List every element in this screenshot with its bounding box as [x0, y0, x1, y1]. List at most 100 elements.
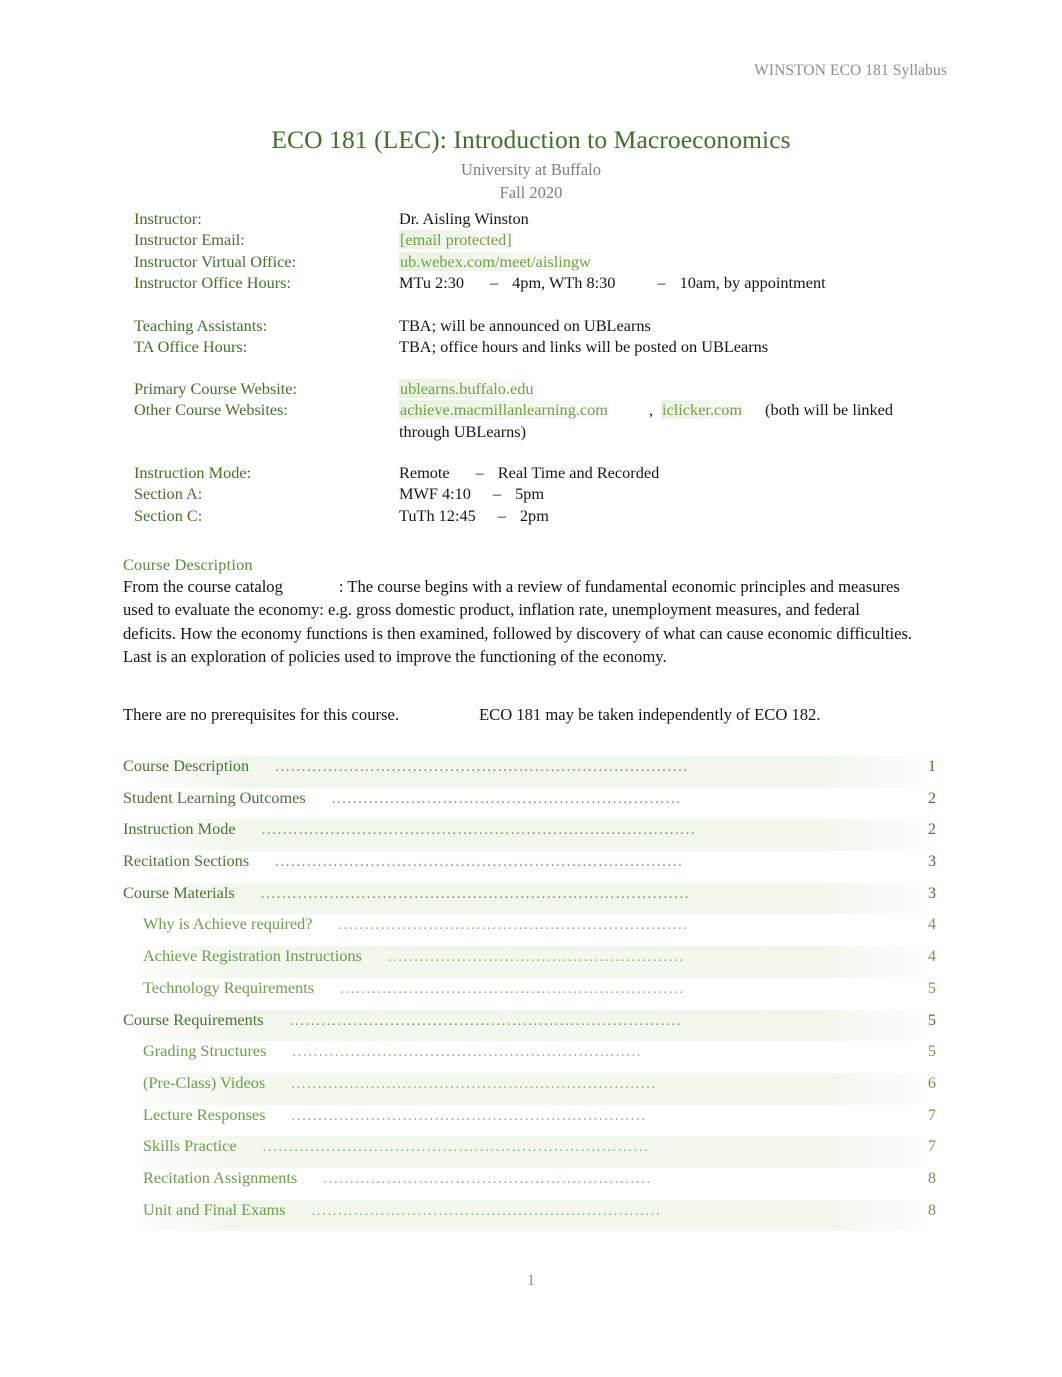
instructor-office-hours-value: MTu 2:30–4pm, WTh 8:30–10am, by appointm…	[399, 272, 924, 293]
instruction-mode-part1: Remote	[399, 463, 450, 482]
office-hours-part1: MTu 2:30	[399, 272, 465, 292]
toc-entry-label: Instruction Mode	[123, 819, 236, 839]
websites-separator: ,	[648, 400, 654, 420]
webex-link[interactable]: ub.webex.com/meet/aislingw	[399, 251, 592, 271]
achieve-link[interactable]: achieve.macmillanlearning.com	[399, 400, 609, 420]
toc-entry[interactable]: Skills Practice.........................…	[123, 1136, 941, 1168]
instructor-info-block: Instructor: Dr. Aisling Winston Instruct…	[134, 208, 924, 293]
toc-entry[interactable]: Technology Requirements.................…	[123, 978, 941, 1010]
toc-entry-label: Skills Practice	[143, 1136, 237, 1156]
section-c-part2: 2pm	[519, 505, 549, 525]
other-course-websites-label: Other Course Websites:	[134, 400, 288, 420]
toc-entry-page: 7	[927, 1136, 936, 1156]
teaching-assistants-label: Teaching Assistants:	[134, 316, 268, 335]
prereq-lead-text: There are no prerequisites for this cour…	[123, 705, 399, 724]
table-of-contents: Course Description......................…	[123, 756, 941, 1232]
toc-entry[interactable]: Course Description......................…	[123, 756, 941, 788]
toc-entry[interactable]: (Pre-Class) Videos......................…	[123, 1072, 941, 1105]
section-a-part2: 5pm	[515, 484, 545, 504]
toc-leader-dots: ........................................…	[289, 1013, 682, 1029]
toc-leader-dots: ........................................…	[275, 760, 689, 775]
websites-info-block: Primary Course Website: ublearns.buffalo…	[134, 378, 924, 442]
toc-entry-label: Technology Requirements	[143, 977, 315, 997]
toc-entry[interactable]: Lecture Responses.......................…	[123, 1105, 941, 1137]
office-hours-part3: 10am, by appointment	[679, 272, 826, 292]
info-row-primary-website: Primary Course Website: ublearns.buffalo…	[134, 378, 924, 399]
primary-course-website-label: Primary Course Website:	[134, 379, 297, 398]
toc-leader-dots: ........................................…	[260, 886, 690, 902]
instruction-mode-value: Remote – Real Time and Recorded	[399, 462, 924, 483]
toc-entry[interactable]: Recitation Assignments..................…	[123, 1168, 941, 1200]
info-row-instructor: Instructor: Dr. Aisling Winston	[134, 208, 924, 229]
section-c-dash: –	[497, 505, 506, 525]
primary-course-website-value: ublearns.buffalo.edu	[399, 378, 924, 399]
instructor-label: Instructor:	[134, 209, 202, 228]
info-row-other-websites: Other Course Websites: achieve.macmillan…	[134, 399, 924, 442]
toc-entry-label: Achieve Registration Instructions	[143, 946, 362, 966]
section-a-part1: MWF 4:10	[399, 484, 471, 504]
info-row-section-a: Section A: MWF 4:10 –5pm	[134, 483, 924, 504]
toc-entry[interactable]: Course Materials........................…	[123, 882, 941, 915]
office-hours-dash2: –	[657, 272, 666, 292]
toc-leader-dots: ........................................…	[262, 1140, 650, 1156]
toc-entry-label: Grading Structures	[143, 1041, 267, 1061]
toc-entry-page: 2	[927, 787, 936, 807]
instruction-mode-dash: –	[475, 463, 484, 482]
toc-entry[interactable]: Unit and Final Exams....................…	[123, 1199, 941, 1232]
section-heading-course-description: Course Description	[123, 555, 253, 574]
toc-entry-page: 8	[927, 1167, 936, 1187]
info-row-virtual-office: Instructor Virtual Office: ub.webex.com/…	[134, 251, 924, 272]
section-a-value: MWF 4:10 –5pm	[399, 483, 924, 504]
toc-leader-dots: ........................................…	[311, 1203, 662, 1219]
toc-leader-dots: ........................................…	[323, 1171, 652, 1187]
toc-entry[interactable]: Course Requirements.....................…	[123, 1009, 941, 1042]
toc-entry-page: 4	[927, 946, 936, 966]
ta-office-hours-value: TBA; office hours and links will be post…	[399, 337, 769, 357]
teaching-assistants-value: TBA; will be announced on UBLearns	[399, 316, 651, 335]
toc-leader-dots: ........................................…	[340, 981, 685, 997]
toc-entry-page: 5	[927, 1041, 936, 1061]
toc-entry-page: 4	[927, 914, 936, 934]
term-label: Fall 2020	[499, 183, 563, 203]
prereq-body-text: ECO 181 may be taken independently of EC…	[479, 705, 821, 724]
section-c-part1: TuTh 12:45	[399, 505, 476, 525]
instructor-email-label: Instructor Email:	[134, 230, 245, 250]
toc-entry[interactable]: Instruction Mode........................…	[123, 819, 941, 852]
info-row-teaching-assistants: Teaching Assistants: TBA; will be announ…	[134, 315, 924, 336]
toc-entry-page: 5	[927, 1009, 936, 1029]
toc-leader-dots: ........................................…	[387, 950, 685, 966]
toc-entry[interactable]: Achieve Registration Instructions.......…	[123, 946, 941, 978]
toc-leader-dots: ........................................…	[275, 855, 684, 871]
ta-info-block: Teaching Assistants: TBA; will be announ…	[134, 315, 924, 358]
section-a-dash: –	[492, 484, 502, 504]
instructor-virtual-office-label: Instructor Virtual Office:	[134, 251, 297, 271]
other-course-websites-value: achieve.macmillanlearning.com, iclicker.c…	[399, 399, 924, 442]
toc-entry-label: Lecture Responses	[143, 1104, 266, 1124]
section-c-label: Section C:	[134, 505, 203, 525]
toc-entry[interactable]: Recitation Sections.....................…	[123, 851, 941, 883]
toc-entry-label: Recitation Sections	[123, 851, 250, 871]
instructor-value: Dr. Aisling Winston	[399, 209, 529, 228]
course-catalog-paragraph: From the course catalog: The course begi…	[123, 575, 913, 669]
toc-entry[interactable]: Student Learning Outcomes...............…	[123, 788, 941, 820]
instruction-mode-info-block: Instruction Mode: Remote – Real Time and R…	[134, 462, 924, 526]
instructor-office-hours-label: Instructor Office Hours:	[134, 272, 292, 292]
info-row-instruction-mode: Instruction Mode: Remote – Real Time and R…	[134, 462, 924, 483]
instructor-email-value: [email protected]	[399, 229, 924, 250]
email-link[interactable]: [email protected]	[399, 230, 513, 250]
toc-entry-label: Course Materials	[123, 882, 235, 902]
prerequisites-paragraph: There are no prerequisites for this cour…	[123, 703, 913, 726]
toc-entry-label: (Pre-Class) Videos	[143, 1072, 266, 1092]
instruction-mode-label: Instruction Mode:	[134, 463, 252, 482]
toc-entry[interactable]: Why is Achieve required?................…	[123, 914, 941, 946]
toc-entry[interactable]: Grading Structures......................…	[123, 1041, 941, 1073]
toc-entry-page: 1	[927, 756, 936, 775]
page-title: ECO 181 (LEC): Introduction to Macroecon…	[271, 125, 791, 154]
toc-leader-dots: ........................................…	[331, 791, 682, 807]
toc-entry-page: 3	[927, 851, 936, 871]
ublearns-link[interactable]: ublearns.buffalo.edu	[399, 379, 535, 398]
toc-entry-page: 7	[927, 1104, 936, 1124]
office-hours-dash1: –	[490, 272, 499, 292]
iclicker-link[interactable]: iclicker.com	[661, 400, 744, 420]
toc-entry-label: Course Requirements	[123, 1009, 264, 1029]
